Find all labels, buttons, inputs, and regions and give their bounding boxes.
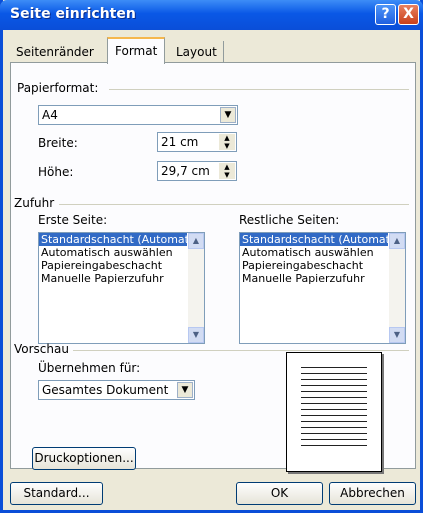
- preview-text-line: [301, 403, 367, 404]
- tab-margins[interactable]: Seitenränder: [10, 41, 100, 63]
- list-item[interactable]: Automatisch auswählen: [39, 246, 187, 259]
- preview-text-line: [301, 397, 367, 398]
- cancel-button[interactable]: Abbrechen: [329, 482, 416, 505]
- first-page-label: Erste Seite:: [38, 213, 108, 227]
- other-pages-label: Restliche Seiten:: [239, 213, 340, 227]
- scrollbar[interactable]: ▲ ▼: [389, 233, 405, 343]
- list-item[interactable]: Manuelle Papierzufuhr: [240, 272, 388, 285]
- apply-to-select[interactable]: Gesamtes Dokument ▼: [38, 380, 195, 400]
- scrollbar[interactable]: ▲ ▼: [188, 233, 204, 343]
- list-item[interactable]: Papiereingabeschacht: [240, 259, 388, 272]
- preview-text-line: [301, 409, 367, 410]
- paper-feed-heading: Zufuhr: [14, 196, 55, 210]
- height-spinner[interactable]: 29,7 cm ▲ ▼: [157, 161, 237, 181]
- preview-text-line: [301, 433, 367, 434]
- paper-format-divider: [109, 89, 409, 90]
- preview-text-line: [301, 445, 367, 446]
- chevron-down-icon[interactable]: ▼: [177, 382, 193, 398]
- paper-format-value: A4: [42, 108, 58, 122]
- paper-format-heading: Papierformat:: [17, 81, 99, 95]
- list-item[interactable]: Standardschacht (Automatisc: [240, 233, 388, 246]
- height-value: 29,7 cm: [161, 164, 210, 178]
- page-preview: [286, 352, 382, 472]
- list-item[interactable]: Standardschacht (Automatisc: [39, 233, 187, 246]
- tab-layout[interactable]: Layout: [170, 41, 224, 63]
- close-button[interactable]: X: [398, 4, 419, 25]
- apply-to-value: Gesamtes Dokument: [42, 383, 169, 397]
- preview-divider: [73, 350, 409, 351]
- chevron-down-icon[interactable]: ▼: [220, 107, 236, 123]
- preview-text-line: [301, 439, 367, 440]
- first-page-tray-list[interactable]: Standardschacht (Automatisc Automatisch …: [38, 232, 205, 344]
- list-item[interactable]: Papiereingabeschacht: [39, 259, 187, 272]
- scroll-down-icon[interactable]: ▼: [188, 327, 204, 343]
- preview-heading: Vorschau: [14, 342, 69, 356]
- list-item[interactable]: Manuelle Papierzufuhr: [39, 272, 187, 285]
- paper-format-select[interactable]: A4 ▼: [38, 105, 238, 125]
- width-value: 21 cm: [161, 135, 199, 149]
- tab-format[interactable]: Format: [107, 37, 166, 64]
- paper-feed-divider: [59, 204, 409, 205]
- spin-updown-icon[interactable]: ▲ ▼: [219, 134, 235, 150]
- help-button[interactable]: ?: [375, 4, 396, 25]
- preview-text-line: [301, 367, 367, 368]
- default-button[interactable]: Standard...: [10, 482, 103, 505]
- preview-text-line: [301, 373, 367, 374]
- scroll-down-icon[interactable]: ▼: [389, 327, 405, 343]
- page-setup-dialog: Seite einrichten ? X Seitenränder Format…: [0, 0, 423, 513]
- preview-text-line: [301, 427, 367, 428]
- preview-text-line: [301, 391, 367, 392]
- dialog-title: Seite einrichten: [10, 6, 136, 22]
- preview-text-line: [301, 421, 367, 422]
- width-spinner[interactable]: 21 cm ▲ ▼: [157, 132, 237, 152]
- apply-to-label: Übernehmen für:: [38, 361, 141, 375]
- scroll-up-icon[interactable]: ▲: [389, 233, 405, 249]
- width-label: Breite:: [38, 136, 78, 150]
- height-label: Höhe:: [38, 165, 74, 179]
- preview-text-line: [301, 385, 367, 386]
- scroll-up-icon[interactable]: ▲: [188, 233, 204, 249]
- title-bar[interactable]: Seite einrichten ? X: [0, 0, 423, 30]
- preview-text-line: [301, 415, 367, 416]
- list-item[interactable]: Automatisch auswählen: [240, 246, 388, 259]
- print-options-button[interactable]: Druckoptionen...: [32, 447, 136, 470]
- preview-text-line: [301, 379, 367, 380]
- ok-button[interactable]: OK: [236, 482, 323, 505]
- other-pages-tray-list[interactable]: Standardschacht (Automatisc Automatisch …: [239, 232, 406, 344]
- spin-updown-icon[interactable]: ▲ ▼: [219, 163, 235, 179]
